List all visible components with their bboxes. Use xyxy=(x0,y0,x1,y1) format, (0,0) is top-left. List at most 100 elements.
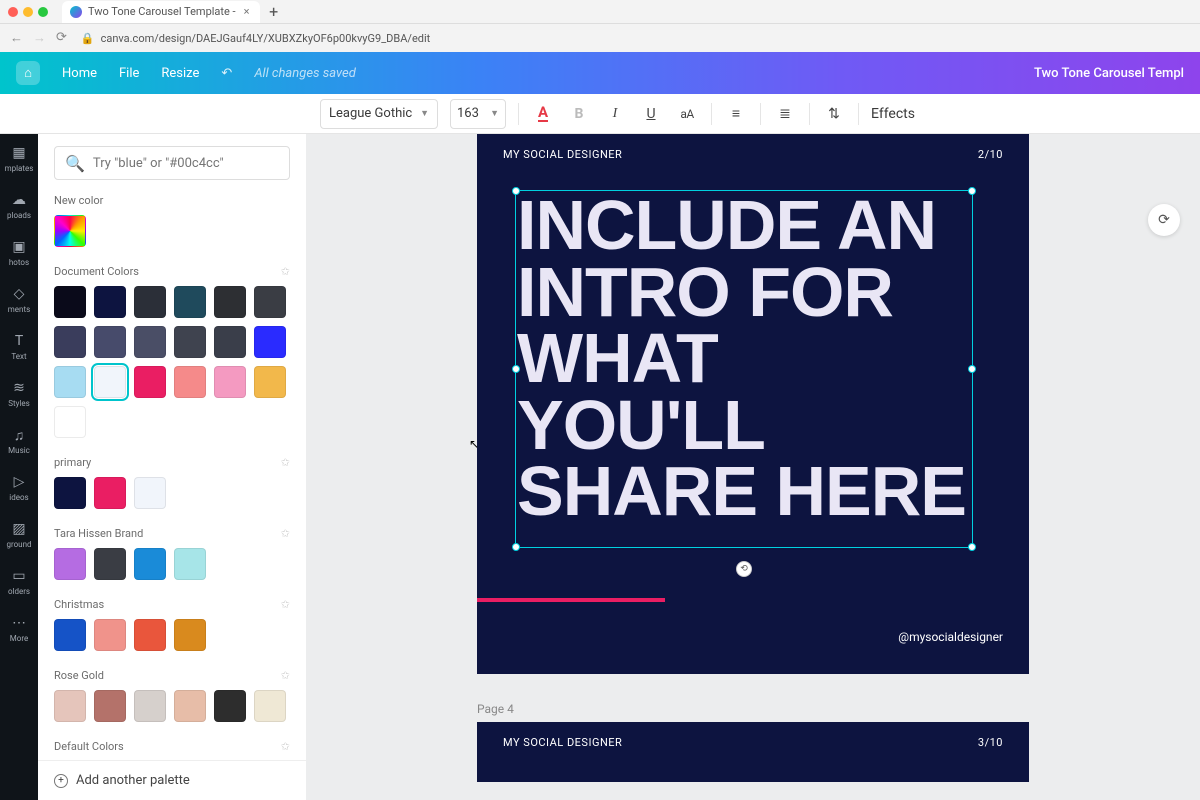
rail-item[interactable]: ▣hotos xyxy=(9,238,29,267)
color-swatch[interactable] xyxy=(134,548,166,580)
url-bar[interactable]: 🔒 canva.com/design/DAEJGauf4LY/XUBXZkyOF… xyxy=(75,28,1190,48)
alignment-button[interactable]: ≡ xyxy=(724,102,748,126)
page-counter[interactable]: 2/10 xyxy=(978,148,1003,161)
resize-handle[interactable] xyxy=(968,543,976,551)
color-swatch[interactable] xyxy=(214,286,246,318)
selection-box[interactable]: ⟲ xyxy=(515,190,973,548)
rail-item[interactable]: ▭olders xyxy=(8,567,30,596)
color-swatch[interactable] xyxy=(254,326,286,358)
color-swatch[interactable] xyxy=(214,690,246,722)
rotate-handle[interactable]: ⟲ xyxy=(736,561,752,577)
color-swatch[interactable] xyxy=(54,326,86,358)
color-swatch[interactable] xyxy=(54,366,86,398)
forward-icon[interactable]: → xyxy=(33,30,46,46)
color-swatch[interactable] xyxy=(134,477,166,509)
rail-item[interactable]: ▷ideos xyxy=(9,473,28,502)
rail-item[interactable]: ♫Music xyxy=(8,426,30,455)
browser-tab[interactable]: Two Tone Carousel Template - × xyxy=(62,1,260,23)
star-icon[interactable]: ✩ xyxy=(281,265,290,278)
text-case-button[interactable]: aA xyxy=(675,102,699,126)
color-swatch[interactable] xyxy=(254,366,286,398)
bold-button[interactable]: B xyxy=(567,102,591,126)
traffic-lights[interactable] xyxy=(8,7,48,17)
color-swatch[interactable] xyxy=(94,366,126,398)
font-family-picker[interactable]: League Gothic ▼ xyxy=(320,99,438,129)
rail-item[interactable]: TText xyxy=(10,332,28,361)
canvas-area[interactable]: ⟳ MY SOCIAL DESIGNER 2/10 INCLUDE AN INT… xyxy=(306,134,1200,800)
color-swatch[interactable] xyxy=(174,690,206,722)
resize-handle[interactable] xyxy=(512,187,520,195)
spacing-button[interactable]: ⇅ xyxy=(822,102,846,126)
color-swatch[interactable] xyxy=(254,690,286,722)
color-swatch[interactable] xyxy=(54,286,86,318)
color-swatch[interactable] xyxy=(134,366,166,398)
page-brand[interactable]: MY SOCIAL DESIGNER xyxy=(503,148,622,161)
page-counter[interactable]: 3/10 xyxy=(978,736,1003,749)
new-color-button[interactable] xyxy=(54,215,86,247)
color-swatch[interactable] xyxy=(174,286,206,318)
list-button[interactable]: ≣ xyxy=(773,102,797,126)
color-search-input[interactable] xyxy=(93,156,279,171)
color-swatch[interactable] xyxy=(174,366,206,398)
back-icon[interactable]: ← xyxy=(10,30,23,46)
star-icon[interactable]: ✩ xyxy=(281,740,290,753)
undo-icon[interactable]: ↶ xyxy=(221,66,232,81)
color-swatch[interactable] xyxy=(174,548,206,580)
color-swatch[interactable] xyxy=(94,286,126,318)
effects-button[interactable]: Effects xyxy=(871,106,915,122)
accent-bar[interactable] xyxy=(477,598,665,602)
star-icon[interactable]: ✩ xyxy=(281,456,290,469)
color-swatch[interactable] xyxy=(254,286,286,318)
color-search[interactable]: 🔍 xyxy=(54,146,290,180)
reload-icon[interactable]: ⟳ xyxy=(56,30,67,46)
color-swatch[interactable] xyxy=(54,548,86,580)
color-swatch[interactable] xyxy=(134,619,166,651)
color-swatch[interactable] xyxy=(174,619,206,651)
rail-item[interactable]: ▨ground xyxy=(6,520,31,549)
star-icon[interactable]: ✩ xyxy=(281,598,290,611)
color-swatch[interactable] xyxy=(94,619,126,651)
page-brand[interactable]: MY SOCIAL DESIGNER xyxy=(503,736,622,749)
star-icon[interactable]: ✩ xyxy=(281,669,290,682)
font-size-picker[interactable]: 163 ▼ xyxy=(450,99,506,129)
color-swatch[interactable] xyxy=(54,619,86,651)
resize-menu[interactable]: Resize xyxy=(161,66,199,81)
resize-handle[interactable] xyxy=(968,187,976,195)
rail-item[interactable]: ≋Styles xyxy=(8,379,29,408)
canva-logo-icon[interactable]: ⌂ xyxy=(16,61,40,85)
text-color-button[interactable]: A xyxy=(531,102,555,126)
star-icon[interactable]: ✩ xyxy=(281,527,290,540)
add-palette-button[interactable]: + Add another palette xyxy=(38,760,306,800)
color-swatch[interactable] xyxy=(94,548,126,580)
close-tab-icon[interactable]: × xyxy=(242,5,252,18)
rail-item[interactable]: ☁ploads xyxy=(7,191,31,220)
color-swatch[interactable] xyxy=(54,406,86,438)
color-swatch[interactable] xyxy=(134,326,166,358)
handle-tag[interactable]: @mysocialdesigner xyxy=(898,630,1003,644)
color-swatch[interactable] xyxy=(214,366,246,398)
color-swatch[interactable] xyxy=(134,690,166,722)
home-link[interactable]: Home xyxy=(62,66,97,81)
italic-button[interactable]: I xyxy=(603,102,627,126)
new-tab-button[interactable]: + xyxy=(264,2,284,21)
color-swatch[interactable] xyxy=(174,326,206,358)
color-swatch[interactable] xyxy=(54,690,86,722)
refresh-fab-icon[interactable]: ⟳ xyxy=(1148,204,1180,236)
color-swatch[interactable] xyxy=(94,690,126,722)
color-swatch[interactable] xyxy=(54,477,86,509)
color-swatch[interactable] xyxy=(94,326,126,358)
color-swatch[interactable] xyxy=(94,477,126,509)
color-swatch[interactable] xyxy=(134,286,166,318)
page-canvas-4[interactable]: MY SOCIAL DESIGNER 3/10 xyxy=(477,722,1029,782)
page-canvas-3[interactable]: MY SOCIAL DESIGNER 2/10 INCLUDE AN INTRO… xyxy=(477,134,1029,674)
rail-item[interactable]: ▦mplates xyxy=(5,144,34,173)
document-title[interactable]: Two Tone Carousel Templ xyxy=(1034,66,1184,81)
resize-handle[interactable] xyxy=(968,365,976,373)
rail-item[interactable]: ◇ments xyxy=(8,285,30,314)
color-swatch[interactable] xyxy=(214,326,246,358)
rail-item[interactable]: ⋯More xyxy=(10,614,28,643)
file-menu[interactable]: File xyxy=(119,66,139,81)
resize-handle[interactable] xyxy=(512,543,520,551)
underline-button[interactable]: U xyxy=(639,102,663,126)
resize-handle[interactable] xyxy=(512,365,520,373)
